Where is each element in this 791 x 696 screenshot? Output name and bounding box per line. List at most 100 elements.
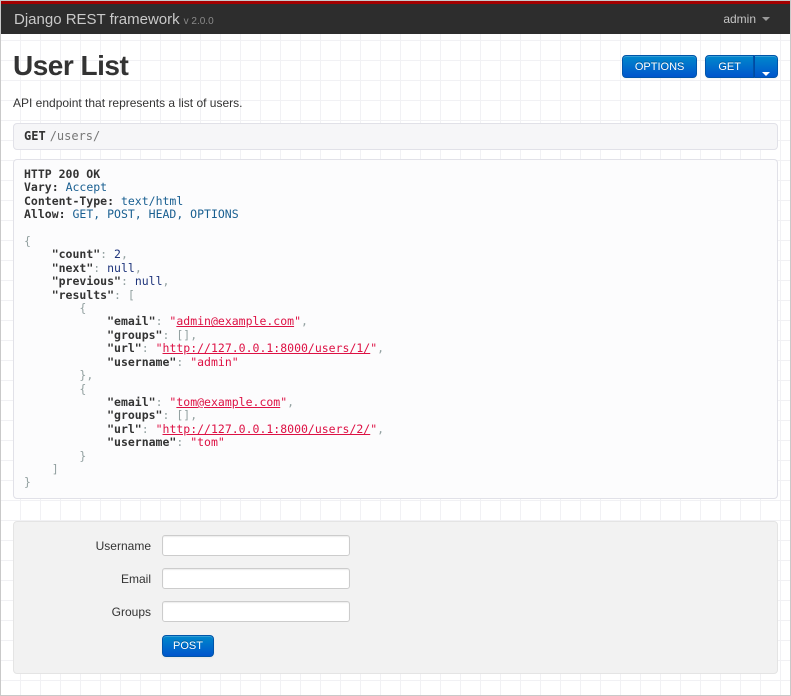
response-token [24, 395, 107, 409]
response-token: : [155, 394, 170, 409]
response-token [24, 449, 79, 463]
response-body: HTTP 200 OK Vary: Accept Content-Type: t… [13, 159, 778, 499]
response-token [24, 274, 52, 288]
response-token: : [100, 247, 115, 262]
response-token: " [155, 421, 163, 436]
response-token: : [93, 260, 108, 275]
get-button[interactable]: GET [705, 55, 754, 78]
response-token: Vary: [24, 180, 59, 195]
response-token: , [190, 408, 198, 423]
form-row-groups: Groups [26, 600, 765, 622]
groups-field[interactable] [162, 600, 350, 622]
response-token: Content-Type: [24, 193, 115, 208]
response-token: Allow: [24, 207, 66, 222]
response-token: "groups" [107, 327, 163, 342]
response-token: "results" [51, 287, 115, 302]
user-menu-dropdown[interactable]: admin [723, 12, 770, 26]
response-token: [] [176, 408, 191, 423]
groups-controls [162, 600, 350, 622]
response-token: ] [51, 461, 59, 476]
response-token: , [301, 314, 308, 329]
response-token [24, 261, 52, 275]
chevron-down-icon [762, 17, 770, 21]
user-menu-label: admin [723, 12, 756, 26]
get-split-button: GET [705, 55, 778, 78]
request-info-bar: GET/users/ [13, 123, 778, 150]
response-token: HTTP 200 OK [24, 167, 101, 181]
response-token: , [287, 394, 295, 409]
response-token: "groups" [107, 408, 163, 423]
response-token: , [377, 421, 385, 436]
response-link[interactable]: tom@example.com [176, 395, 280, 409]
header-buttons: OPTIONS GET [621, 55, 778, 78]
response-link[interactable]: http://127.0.0.1:8000/users/1/ [163, 341, 371, 355]
response-token: } [79, 448, 87, 463]
response-token: " [294, 314, 301, 329]
options-button[interactable]: OPTIONS [621, 55, 698, 78]
response-token: "email" [107, 394, 156, 409]
response-token: Accept [65, 180, 108, 195]
response-token: GET, POST, HEAD, OPTIONS [72, 207, 239, 222]
response-token: : [141, 421, 156, 436]
response-token: "username" [107, 435, 177, 450]
response-token [24, 422, 107, 436]
brand-link[interactable]: Django REST framework v 2.0.0 [14, 11, 214, 28]
response-link[interactable]: admin@example.com [176, 314, 294, 328]
response-token [24, 247, 52, 261]
response-token: : [162, 327, 177, 342]
response-token: : [ [114, 287, 135, 302]
response-token [24, 355, 107, 369]
endpoint-description: API endpoint that represents a list of u… [13, 96, 243, 110]
response-token: { [79, 301, 87, 316]
response-token: , [134, 260, 142, 275]
form-rows: Username Email Groups [26, 534, 765, 622]
get-dropdown-toggle[interactable] [754, 55, 778, 78]
email-controls [162, 567, 350, 589]
response-token [24, 301, 79, 315]
response-token: "username" [107, 354, 177, 369]
navbar: Django REST framework v 2.0.0 admin [1, 1, 790, 34]
form-row-email: Email [26, 567, 765, 589]
username-controls [162, 534, 350, 556]
response-token [24, 328, 107, 342]
response-token: "email" [107, 314, 156, 329]
response-token: "tom" [190, 435, 225, 450]
post-button[interactable]: POST [162, 634, 214, 657]
response-token: { [79, 381, 87, 396]
response-token [114, 194, 121, 208]
response-token: "url" [107, 421, 142, 436]
response-token: "count" [51, 247, 101, 262]
response-token: " [155, 341, 163, 356]
page: Django REST framework v 2.0.0 admin User … [0, 0, 791, 696]
response-link[interactable]: http://127.0.0.1:8000/users/2/ [163, 422, 371, 436]
response-token: null [107, 260, 135, 275]
page-header: User List OPTIONS GET [13, 34, 778, 82]
response-token [24, 314, 107, 328]
main-content: User List OPTIONS GET API endpoint that … [1, 34, 790, 674]
form-actions: POST [162, 634, 765, 657]
response-token: 2 [114, 247, 121, 262]
response-token: text/html [120, 193, 184, 208]
form-row-username: Username [26, 534, 765, 556]
response-token [24, 408, 107, 422]
brand-version: v 2.0.0 [183, 15, 214, 27]
response-token [24, 288, 52, 302]
response-token: "url" [107, 341, 142, 356]
response-token: : [141, 341, 156, 356]
response-token: "previous" [51, 274, 121, 289]
response-token [24, 341, 107, 355]
response-token: } [24, 475, 31, 490]
response-token: : [155, 314, 170, 329]
response-token [24, 462, 52, 476]
response-token: , [120, 247, 128, 262]
create-user-form: Username Email Groups POST [13, 520, 778, 674]
email-field[interactable] [162, 567, 350, 589]
response-token [59, 180, 66, 194]
response-token: null [134, 274, 163, 289]
response-token: , [190, 327, 198, 342]
response-token [24, 435, 107, 449]
chevron-down-icon [762, 72, 770, 76]
username-field[interactable] [162, 534, 350, 556]
response-token: , [377, 341, 385, 356]
request-path: /users/ [49, 129, 101, 143]
